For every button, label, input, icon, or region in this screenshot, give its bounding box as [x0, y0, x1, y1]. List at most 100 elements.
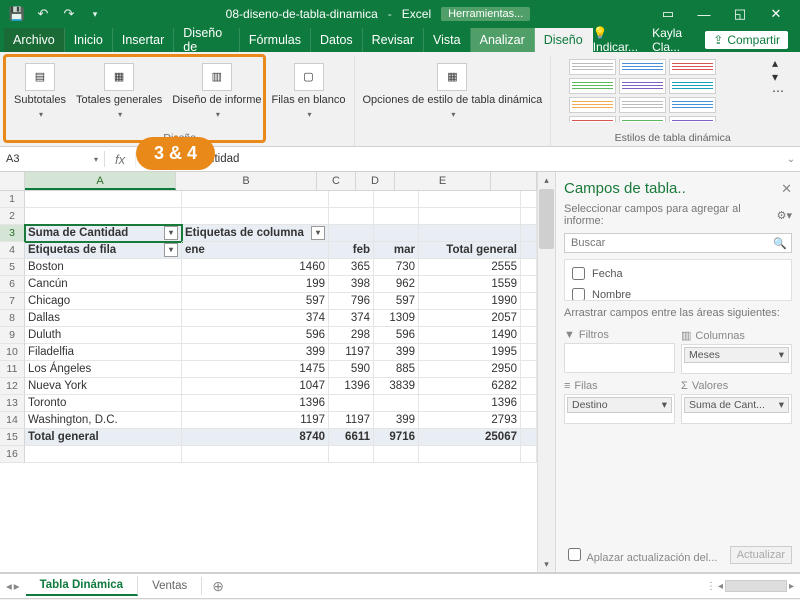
add-sheet-icon[interactable]: ⊕	[202, 578, 234, 595]
spreadsheet-grid[interactable]: A B C D E 123Suma de Cantidad▾Etiquetas …	[0, 172, 537, 572]
table-row[interactable]: 13Toronto13961396	[0, 395, 537, 412]
pane-close-icon[interactable]: ✕	[781, 181, 792, 197]
search-input[interactable]	[569, 236, 773, 250]
window-title: 08-diseno-de-tabla-dinamica - Excel Herr…	[106, 7, 650, 21]
pill-destino[interactable]: Destino▾	[567, 397, 672, 413]
name-box[interactable]: A3▾	[0, 151, 105, 167]
style-swatch[interactable]	[619, 116, 666, 122]
blank-rows-button[interactable]: ▢Filas en blanco▾	[270, 61, 348, 121]
area-columns[interactable]: ▥Columnas Meses▾	[681, 329, 792, 374]
sheet-nav[interactable]: ◂▸	[0, 579, 26, 593]
style-gallery[interactable]	[557, 56, 762, 130]
save-icon[interactable]: 💾	[6, 3, 28, 25]
scroll-down-icon[interactable]: ▾	[538, 556, 555, 572]
close-icon[interactable]: ✕	[758, 0, 794, 28]
style-swatch[interactable]	[619, 97, 666, 113]
tab-diseno[interactable]: Diseño	[535, 28, 593, 52]
pill-meses[interactable]: Meses▾	[684, 347, 789, 363]
table-row[interactable]: 8Dallas37437413092057	[0, 310, 537, 327]
field-nombre[interactable]: Nombre	[568, 284, 788, 301]
tab-insertar[interactable]: Insertar	[113, 28, 174, 52]
gallery-more-icon[interactable]: ⋯	[772, 84, 788, 98]
table-row[interactable]: 5Boston14603657302555	[0, 259, 537, 276]
minimize-icon[interactable]: —	[686, 0, 722, 28]
style-swatch[interactable]	[669, 59, 716, 75]
column-headers[interactable]: A B C D E	[0, 172, 537, 191]
style-swatch[interactable]	[619, 59, 666, 75]
user-name[interactable]: Kayla Cla...	[652, 26, 691, 54]
style-swatch[interactable]	[569, 78, 616, 94]
table-row[interactable]: 10Filadelfia39911973991995	[0, 344, 537, 361]
style-swatch[interactable]	[669, 97, 716, 113]
table-row[interactable]: 1	[0, 191, 537, 208]
scroll-up-icon[interactable]: ▴	[538, 172, 555, 188]
report-layout-button[interactable]: ▥Diseño de informe▾	[170, 61, 263, 121]
formula-expand-icon[interactable]: ⌄	[782, 154, 800, 165]
search-icon[interactable]: 🔍	[773, 237, 787, 250]
sheet-tab-active[interactable]: Tabla Dinámica	[26, 576, 139, 596]
tab-inicio[interactable]: Inicio	[65, 28, 113, 52]
col-B[interactable]: B	[176, 172, 317, 190]
horizontal-scrollbar[interactable]: ⋮◂▸	[700, 580, 800, 592]
table-row[interactable]: 2	[0, 208, 537, 225]
style-options-button[interactable]: ▦Opciones de estilo de tabla dinámica▾	[361, 61, 545, 121]
grid-rows[interactable]: 123Suma de Cantidad▾Etiquetas de columna…	[0, 191, 537, 572]
grand-totals-button[interactable]: ▦Totales generales▾	[74, 61, 164, 121]
scroll-thumb[interactable]	[539, 189, 554, 249]
col-E[interactable]: E	[395, 172, 491, 190]
tab-formulas[interactable]: Fórmulas	[240, 28, 311, 52]
field-search[interactable]: 🔍	[564, 233, 792, 253]
table-row[interactable]: 15Total general87406611971625067	[0, 429, 537, 446]
defer-checkbox[interactable]: Aplazar actualización del...	[564, 545, 717, 564]
table-row[interactable]: 6Cancún1993989621559	[0, 276, 537, 293]
tab-revisar[interactable]: Revisar	[363, 28, 424, 52]
table-row[interactable]: 7Chicago5977965971990	[0, 293, 537, 310]
gear-icon[interactable]: ⚙▾	[777, 209, 792, 222]
gallery-up-icon[interactable]: ▴	[772, 56, 788, 70]
col-C[interactable]: C	[317, 172, 356, 190]
pill-suma[interactable]: Suma de Cant...▾	[684, 397, 789, 413]
ribbon-display-options-icon[interactable]: ▭	[650, 0, 686, 28]
area-values[interactable]: ΣValores Suma de Cant...▾	[681, 380, 792, 424]
tab-vista[interactable]: Vista	[424, 28, 471, 52]
table-row[interactable]: 14Washington, D.C.119711973992793	[0, 412, 537, 429]
table-row[interactable]: 3Suma de Cantidad▾Etiquetas de columna▾	[0, 225, 537, 242]
qat-customize-icon[interactable]: ▾	[84, 3, 106, 25]
tab-archivo[interactable]: Archivo	[4, 28, 65, 52]
area-filters[interactable]: ▼Filtros	[564, 329, 675, 374]
formula-input[interactable]: Suma de Cantidad	[136, 153, 782, 165]
vertical-scrollbar[interactable]: ▴ ▾	[537, 172, 555, 572]
tab-diseno-pagina[interactable]: Diseño de	[174, 28, 240, 52]
area-rows[interactable]: ≡Filas Destino▾	[564, 380, 675, 424]
table-row[interactable]: 9Duluth5962985961490	[0, 327, 537, 344]
style-swatch[interactable]	[569, 59, 616, 75]
tab-analizar[interactable]: Analizar	[471, 28, 535, 52]
style-swatch[interactable]	[569, 97, 616, 113]
subtotals-button[interactable]: ▤Subtotales▾	[12, 61, 68, 121]
col-D[interactable]: D	[356, 172, 395, 190]
gallery-down-icon[interactable]: ▾	[772, 70, 788, 84]
tab-datos[interactable]: Datos	[311, 28, 363, 52]
style-swatch[interactable]	[619, 78, 666, 94]
field-list[interactable]: Fecha Nombre	[564, 259, 792, 301]
undo-icon[interactable]: ↶	[32, 3, 54, 25]
table-row[interactable]: 12Nueva York1047139638396282	[0, 378, 537, 395]
style-swatch[interactable]	[569, 116, 616, 122]
table-row[interactable]: 4Etiquetas de fila▾enefebmarTotal genera…	[0, 242, 537, 259]
table-row[interactable]: 16	[0, 446, 537, 463]
redo-icon[interactable]: ↷	[58, 3, 80, 25]
select-all-corner[interactable]	[0, 172, 25, 190]
share-button[interactable]: ⇪ Compartir	[705, 31, 788, 49]
style-swatch[interactable]	[669, 78, 716, 94]
sheet-tab-ventas[interactable]: Ventas	[138, 577, 202, 595]
update-button[interactable]: Actualizar	[730, 546, 792, 564]
field-fecha[interactable]: Fecha	[568, 263, 788, 284]
fx-icon[interactable]: fx	[105, 152, 136, 167]
style-swatch[interactable]	[669, 116, 716, 122]
restore-icon[interactable]: ◱	[722, 0, 758, 28]
tell-me[interactable]: 💡 Indicar...	[593, 26, 638, 54]
col-A[interactable]: A	[25, 172, 176, 190]
table-row[interactable]: 11Los Ángeles14755908852950	[0, 361, 537, 378]
columns-icon: ▥	[681, 329, 691, 342]
gallery-scroll[interactable]: ▴ ▾ ⋯	[762, 56, 788, 130]
